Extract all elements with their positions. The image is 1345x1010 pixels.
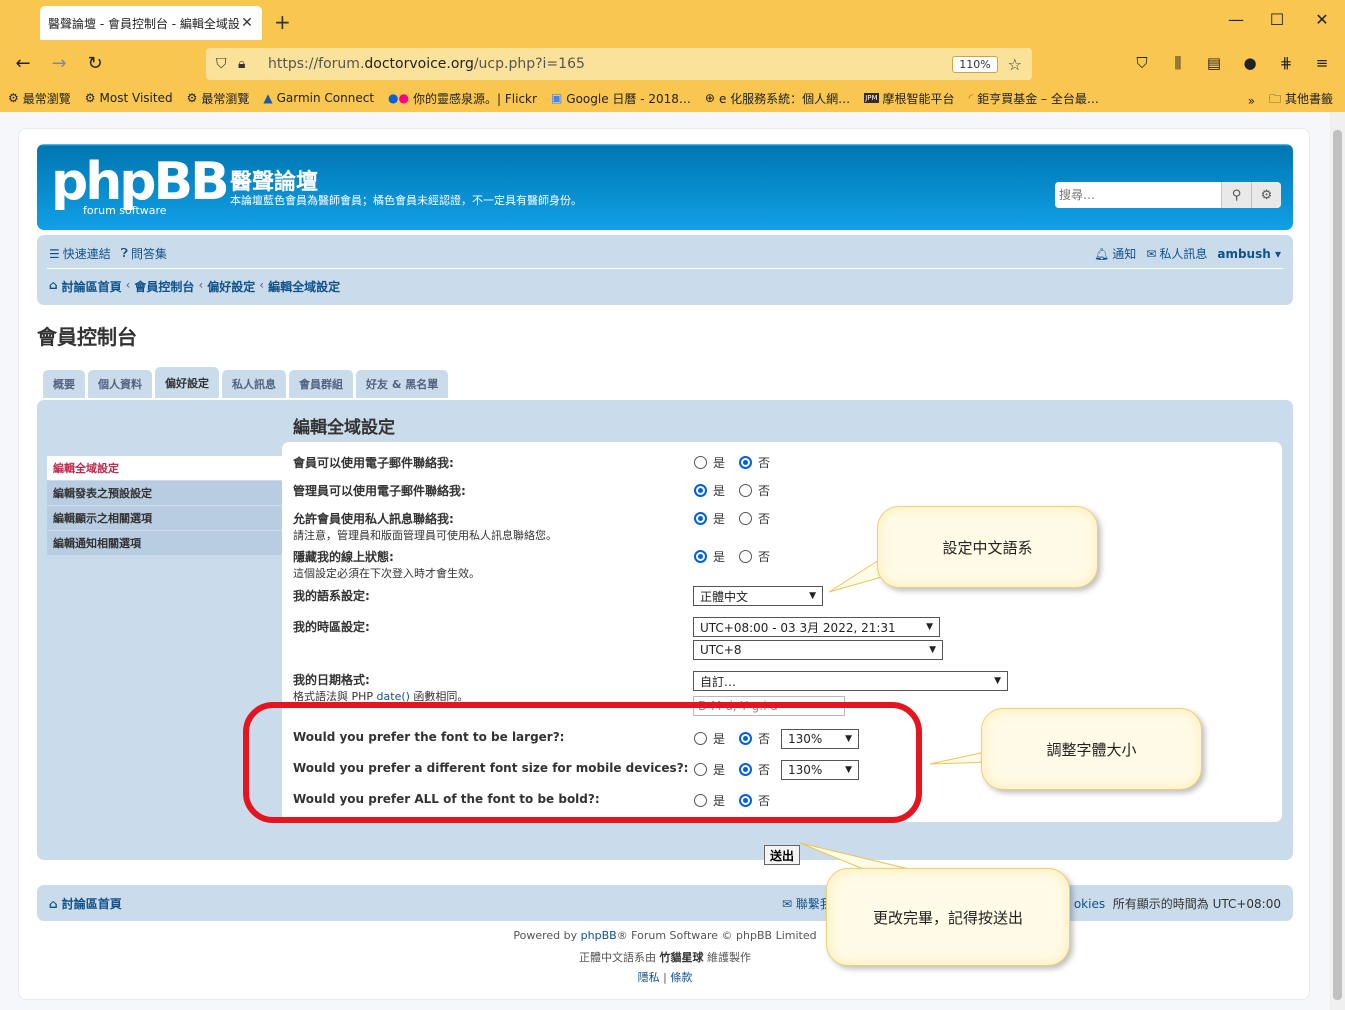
callout-language: 設定中文語系 [877, 506, 1098, 588]
callout-submit: 更改完畢，記得按送出 [826, 868, 1070, 966]
callout-pointers [799, 559, 991, 879]
callout-font-size: 調整字體大小 [981, 708, 1202, 790]
